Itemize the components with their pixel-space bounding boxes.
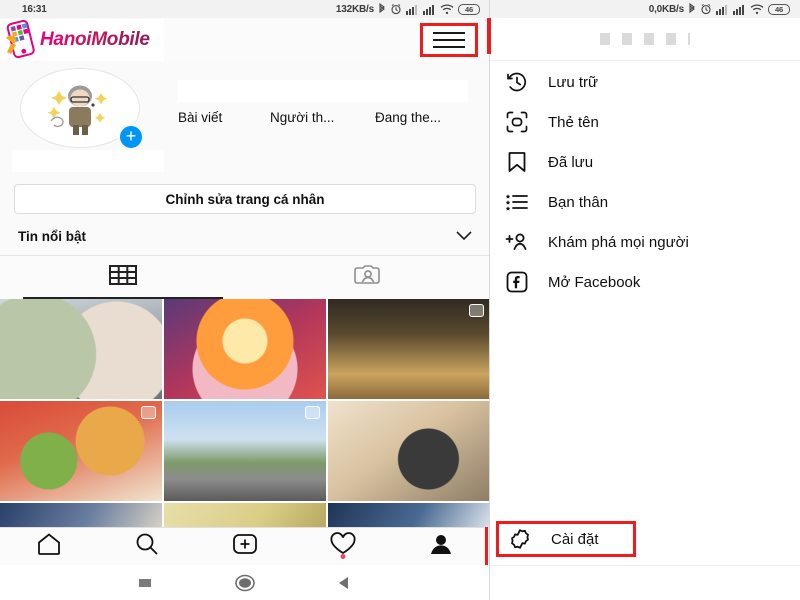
menu-item-label: Bạn thân [548,193,609,211]
sheet-username-faded [600,33,690,45]
hanoimobile-logo-text: HanoiMobile [40,29,150,50]
wifi-icon [750,3,764,15]
bottom-navigation [0,527,490,565]
battery-indicator: 46 [458,3,480,15]
tab-grid[interactable] [0,256,245,299]
sheet-bottom-divider [490,565,800,566]
home-icon [36,532,62,561]
status-network-speed: 0,0KB/s [648,3,684,15]
bluetooth-icon [688,3,696,15]
nav-profile[interactable] [392,532,490,561]
signal-sim1-icon [716,4,729,15]
menu-item-close-friends[interactable]: Bạn thân [490,182,800,222]
facebook-icon [504,269,530,295]
multi-photo-icon [305,406,320,419]
menu-item-open-facebook[interactable]: Mở Facebook [490,262,800,302]
hanoimobile-watermark: HanoiMobile [0,19,164,61]
multi-photo-icon [469,304,484,317]
post-dessert[interactable] [164,299,326,399]
add-post-icon [232,532,258,561]
profile-summary: + Bài viết Người th... Đang the... [0,62,490,172]
status-network-speed: 132KB/s [335,3,374,15]
stat-following-label[interactable]: Đang the... [375,110,441,125]
menu-item-label: Khám phá mọi người [548,233,689,251]
left-status-bar: 16:31 132KB/s 46 [0,0,490,18]
post-guitar-cafe[interactable] [328,299,490,399]
activity-notification-dot [340,554,346,559]
nametag-scan-icon [504,109,530,135]
grid-icon [108,263,137,292]
profile-icon [428,532,454,561]
post-milk-tea[interactable] [0,299,162,399]
bluetooth-icon [378,3,386,15]
tab-tagged[interactable] [245,256,490,299]
left-phone-screen: 16:31 132KB/s 46 HanoiMobile + Bài viết … [0,0,490,600]
archive-clock-icon [504,69,530,95]
chevron-down-icon[interactable] [456,229,472,244]
stat-followers-label[interactable]: Người th... [270,110,375,125]
add-to-story-button[interactable]: + [118,124,144,150]
close-friends-list-icon [504,189,530,215]
menu-item-archive[interactable]: Lưu trữ [490,62,800,102]
edit-profile-button[interactable]: Chỉnh sửa trang cá nhân [14,184,476,214]
profile-stats: Bài viết Người th... Đang the... [178,80,478,125]
menu-item-saved[interactable]: Đã lưu [490,142,800,182]
recents-square-icon[interactable] [95,575,195,591]
bookmark-icon [504,149,530,175]
multi-photo-icon [141,406,156,419]
right-phone-screen: 0,0KB/s 46 Lưu trữ Thẻ tên Đã lưu Bạn th… [490,0,800,600]
nav-home[interactable] [0,532,98,561]
sheet-divider [490,60,800,61]
status-time: 16:31 [22,3,47,15]
menu-item-discover-people[interactable]: Khám phá mọi người [490,222,800,262]
story-highlights-header[interactable]: Tin nổi bật [0,222,490,250]
screenshot-root: 16:31 132KB/s 46 HanoiMobile + Bài viết … [0,0,800,600]
profile-tabs [0,255,490,299]
menu-item-label: Đã lưu [548,153,594,171]
home-circle-icon[interactable] [195,573,295,593]
alarm-icon [700,3,712,15]
signal-sim2-icon [423,4,436,15]
nav-search[interactable] [98,532,196,561]
menu-item-label: Mở Facebook [548,273,641,291]
stats-numbers-redacted [178,80,468,102]
back-triangle-icon[interactable] [295,575,395,591]
settings-label: Cài đặt [551,530,599,548]
alarm-icon [390,3,402,15]
side-menu-list: Lưu trữ Thẻ tên Đã lưu Bạn thân Khám phá… [490,62,800,302]
wifi-icon [440,3,454,15]
search-icon [134,532,160,561]
post-grid [0,299,490,531]
app-header-bar: HanoiMobile [0,18,490,62]
menu-item-label: Thẻ tên [548,113,599,131]
post-rice-bowls[interactable] [0,401,162,501]
panel-divider [489,0,490,600]
tagged-person-icon [353,263,383,292]
nav-activity[interactable] [294,532,392,561]
signal-sim1-icon [406,4,419,15]
post-street-view[interactable] [164,401,326,501]
left-system-navigation [0,565,490,600]
username-redacted [12,150,164,172]
menu-sheet-header [490,18,800,60]
nav-add-post[interactable] [196,532,294,561]
hamburger-menu-icon[interactable] [420,23,478,57]
hamburger-highlight-edge [487,18,491,54]
settings-gear-icon [507,526,533,552]
hanoimobile-logo-icon [4,19,38,60]
discover-people-icon [504,229,530,255]
menu-item-settings[interactable]: Cài đặt [496,521,636,557]
post-table-decor[interactable] [328,401,490,501]
menu-item-label: Lưu trữ [548,73,599,91]
right-status-bar: 0,0KB/s 46 [490,0,800,18]
signal-sim2-icon [733,4,746,15]
menu-item-nametag[interactable]: Thẻ tên [490,102,800,142]
battery-indicator: 46 [768,3,790,15]
settings-highlight-edge [485,527,488,565]
stat-posts-label[interactable]: Bài viết [178,110,270,125]
highlights-label: Tin nổi bật [18,228,86,244]
